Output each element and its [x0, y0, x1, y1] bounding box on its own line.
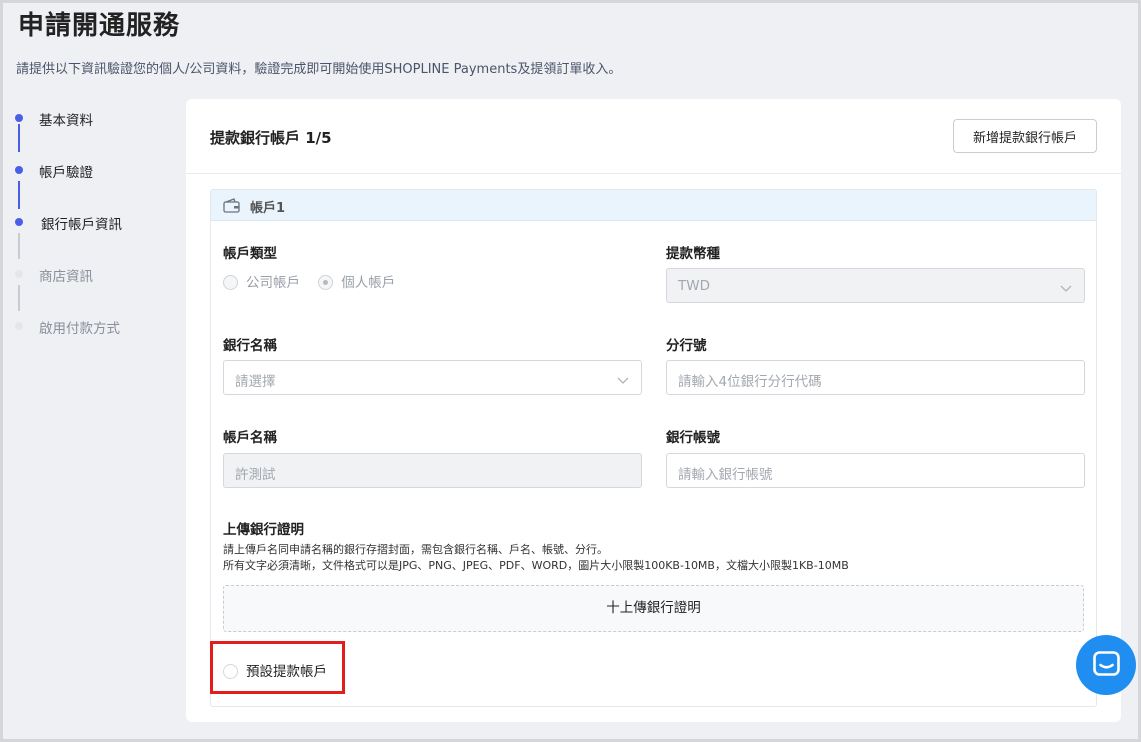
account-type-option-personal[interactable]: 個人帳戶 [318, 271, 395, 291]
step-label: 銀行帳戶資訊 [41, 217, 122, 233]
divider [186, 173, 1121, 174]
step-label: 帳戶驗證 [39, 165, 93, 181]
chevron-down-icon [1060, 281, 1072, 297]
account-name-input[interactable]: 許測試 [223, 453, 642, 488]
upload-bank-proof-button[interactable]: 十上傳銀行證明 [223, 585, 1084, 632]
highlight-box [210, 641, 345, 694]
app-frame: 申請開通服務 請提供以下資訊驗證您的個人/公司資料，驗證完成即可開始使用SHOP… [3, 3, 1138, 739]
step-connector [18, 233, 20, 259]
radio-button[interactable] [318, 275, 334, 290]
upload-label: 上傳銀行證明 [223, 522, 304, 538]
bank-name-select[interactable]: 請選擇 [223, 360, 642, 395]
step-dot [15, 218, 23, 226]
account-type-label: 帳戶類型 [223, 246, 277, 262]
page-title: 申請開通服務 [18, 11, 181, 41]
chat-launcher-button[interactable] [1076, 635, 1136, 695]
account-header: 帳戶1 [211, 190, 1096, 221]
add-bank-account-button[interactable]: 新增提款銀行帳戶 [953, 119, 1097, 153]
account-panel: 帳戶1 帳戶類型 公司帳戶 個人帳戶 提款幣種 TWD 銀行名稱 請選擇 分行號… [210, 189, 1097, 707]
step-connector [18, 124, 20, 152]
account-number-input[interactable]: 請輸入銀行帳號 [666, 453, 1085, 488]
branch-label: 分行號 [666, 338, 707, 354]
step-label: 商店資訊 [39, 269, 93, 285]
radio-button[interactable] [223, 275, 238, 290]
step-connector [18, 181, 20, 209]
currency-label: 提款幣種 [666, 246, 720, 262]
chevron-down-icon [617, 373, 629, 389]
step-dot [15, 114, 23, 122]
bank-name-label: 銀行名稱 [223, 338, 277, 354]
page-description: 請提供以下資訊驗證您的個人/公司資料，驗證完成即可開始使用SHOPLINE Pa… [16, 62, 622, 77]
account-type-option-company[interactable]: 公司帳戶 [223, 271, 300, 291]
account-type-radio-group: 公司帳戶 個人帳戶 [223, 271, 409, 291]
currency-select[interactable]: TWD [666, 268, 1085, 303]
upload-help-text: 請上傳戶名同申請名稱的銀行存摺封面，需包含銀行名稱、戶名、帳號、分行。 所有文字… [223, 543, 849, 572]
step-dot [15, 270, 23, 278]
account-number-label: 銀行帳號 [666, 430, 720, 446]
step-label: 基本資料 [39, 113, 93, 129]
step-label: 啟用付款方式 [39, 321, 120, 337]
step-connector [18, 285, 20, 311]
card-title: 提款銀行帳戶 1/5 [210, 129, 332, 147]
account-header-title: 帳戶1 [250, 201, 286, 216]
wallet-icon [223, 198, 240, 217]
step-dot [15, 322, 23, 330]
step-dot [15, 166, 23, 174]
branch-code-input[interactable]: 請輸入4位銀行分行代碼 [666, 360, 1085, 395]
bank-account-card: 提款銀行帳戶 1/5 新增提款銀行帳戶 帳戶1 帳戶類型 公司帳戶 個人帳戶 提… [186, 99, 1121, 722]
account-name-label: 帳戶名稱 [223, 430, 277, 446]
